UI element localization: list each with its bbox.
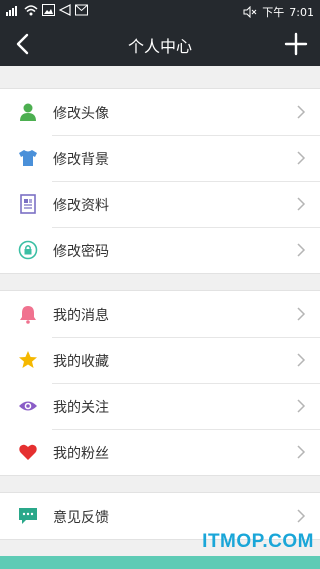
menu-item-label: 修改头像 xyxy=(53,106,109,122)
chevron-right-icon xyxy=(297,307,306,321)
menu-item-my-fans[interactable]: 我的粉丝 xyxy=(0,429,320,475)
document-icon xyxy=(20,194,36,214)
chevron-right-icon xyxy=(297,509,306,523)
tshirt-icon xyxy=(19,150,37,166)
menu-item-change-password[interactable]: 修改密码 xyxy=(0,227,320,273)
settings-group-profile: 修改头像 修改背景 修改资料 修改密码 xyxy=(0,88,320,274)
user-icon xyxy=(20,103,36,121)
mute-icon xyxy=(243,6,257,18)
menu-item-change-avatar[interactable]: 修改头像 xyxy=(0,89,320,135)
menu-item-label: 我的收藏 xyxy=(53,354,109,370)
chevron-right-icon xyxy=(297,151,306,165)
plus-icon xyxy=(284,32,308,56)
status-time: 7:01 xyxy=(289,5,314,19)
bell-icon xyxy=(20,306,36,324)
heart-icon xyxy=(19,444,37,460)
footer-accent-bar xyxy=(0,556,320,569)
menu-item-label: 我的粉丝 xyxy=(53,446,109,462)
chat-icon xyxy=(19,508,37,524)
menu-item-label: 我的消息 xyxy=(53,308,109,324)
star-icon xyxy=(19,351,37,368)
back-button[interactable] xyxy=(10,30,38,58)
menu-item-my-messages[interactable]: 我的消息 xyxy=(0,291,320,337)
chevron-right-icon xyxy=(297,243,306,257)
chevron-right-icon xyxy=(297,353,306,367)
menu-item-label: 意见反馈 xyxy=(53,510,109,526)
image-icon xyxy=(42,4,55,16)
chevron-right-icon xyxy=(297,399,306,413)
chevron-right-icon xyxy=(297,445,306,459)
time-prefix: 下午 xyxy=(262,6,285,19)
menu-item-my-favorites[interactable]: 我的收藏 xyxy=(0,337,320,383)
menu-item-label: 我的关注 xyxy=(53,400,109,416)
watermark: ITMOP.COM xyxy=(202,531,314,552)
status-bar: 下午 7:01 xyxy=(0,0,320,22)
wifi-icon xyxy=(24,5,38,16)
signal-icon xyxy=(6,6,17,16)
menu-item-label: 修改资料 xyxy=(53,198,109,214)
menu-item-edit-profile[interactable]: 修改资料 xyxy=(0,181,320,227)
navigation-arrow-icon xyxy=(59,4,71,16)
menu-item-label: 修改背景 xyxy=(53,152,109,168)
settings-group-social: 我的消息 我的收藏 我的关注 我的粉丝 xyxy=(0,290,320,476)
page-title: 个人中心 xyxy=(127,37,192,56)
chevron-right-icon xyxy=(297,105,306,119)
eye-icon xyxy=(19,401,37,411)
menu-item-label: 修改密码 xyxy=(53,244,109,260)
title-bar: 个人中心 xyxy=(0,22,320,66)
mail-icon xyxy=(75,4,88,16)
chevron-left-icon xyxy=(16,33,29,55)
add-button[interactable] xyxy=(282,30,310,58)
lock-icon xyxy=(18,240,38,260)
menu-item-change-background[interactable]: 修改背景 xyxy=(0,135,320,181)
chevron-right-icon xyxy=(297,197,306,211)
menu-item-my-following[interactable]: 我的关注 xyxy=(0,383,320,429)
